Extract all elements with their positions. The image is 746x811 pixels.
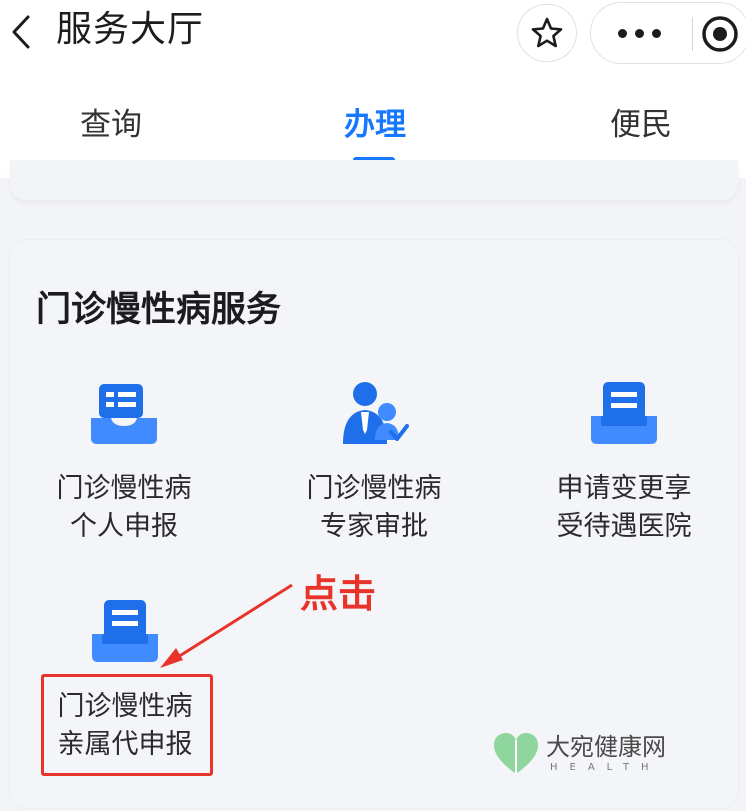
favorite-button[interactable] [517,4,577,62]
page-title: 服务大厅 [56,9,205,50]
heart-logo-icon [494,733,538,774]
service-item-personal-declare[interactable]: 门诊慢性病 个人申报 [14,378,234,546]
chevron-left-icon[interactable] [6,12,40,52]
tab-convenience[interactable]: 便民 [610,102,672,148]
highlight-box [41,674,213,776]
service-item-change-hospital[interactable]: 申请变更享 受待遇医院 [514,378,734,546]
service-item-label: 门诊慢性病 专家审批 [306,473,442,542]
tab-handle[interactable]: 办理 [344,102,406,148]
top-bar: 服务大厅 查询 办理 便民 [0,0,746,178]
document-tray-icon [92,600,158,662]
document-tray-icon [591,382,657,444]
service-item-label: 门诊慢性病 个人申报 [56,473,192,542]
service-item-expert-approval[interactable]: 门诊慢性病 专家审批 [264,378,484,546]
more-button[interactable] [591,3,687,63]
tab-query[interactable]: 查询 [80,102,142,148]
watermark-name: 大宛健康网 [546,733,666,761]
star-icon [531,17,563,48]
watermark: 大宛健康网 HEALTH [492,730,702,780]
close-button[interactable] [695,9,745,59]
more-icon [617,28,627,38]
section-title: 门诊慢性病服务 [36,290,282,330]
capsule-divider [692,17,693,51]
watermark-sub: HEALTH [550,762,661,773]
service-item-label: 申请变更享 受待遇医院 [556,473,692,542]
target-icon [702,16,738,52]
click-annotation: 点击 [300,572,377,616]
expert-approve-icon [343,382,409,444]
inbox-list-icon [91,384,157,444]
previous-card-bottom [10,160,738,200]
mini-program-capsule [590,2,746,64]
